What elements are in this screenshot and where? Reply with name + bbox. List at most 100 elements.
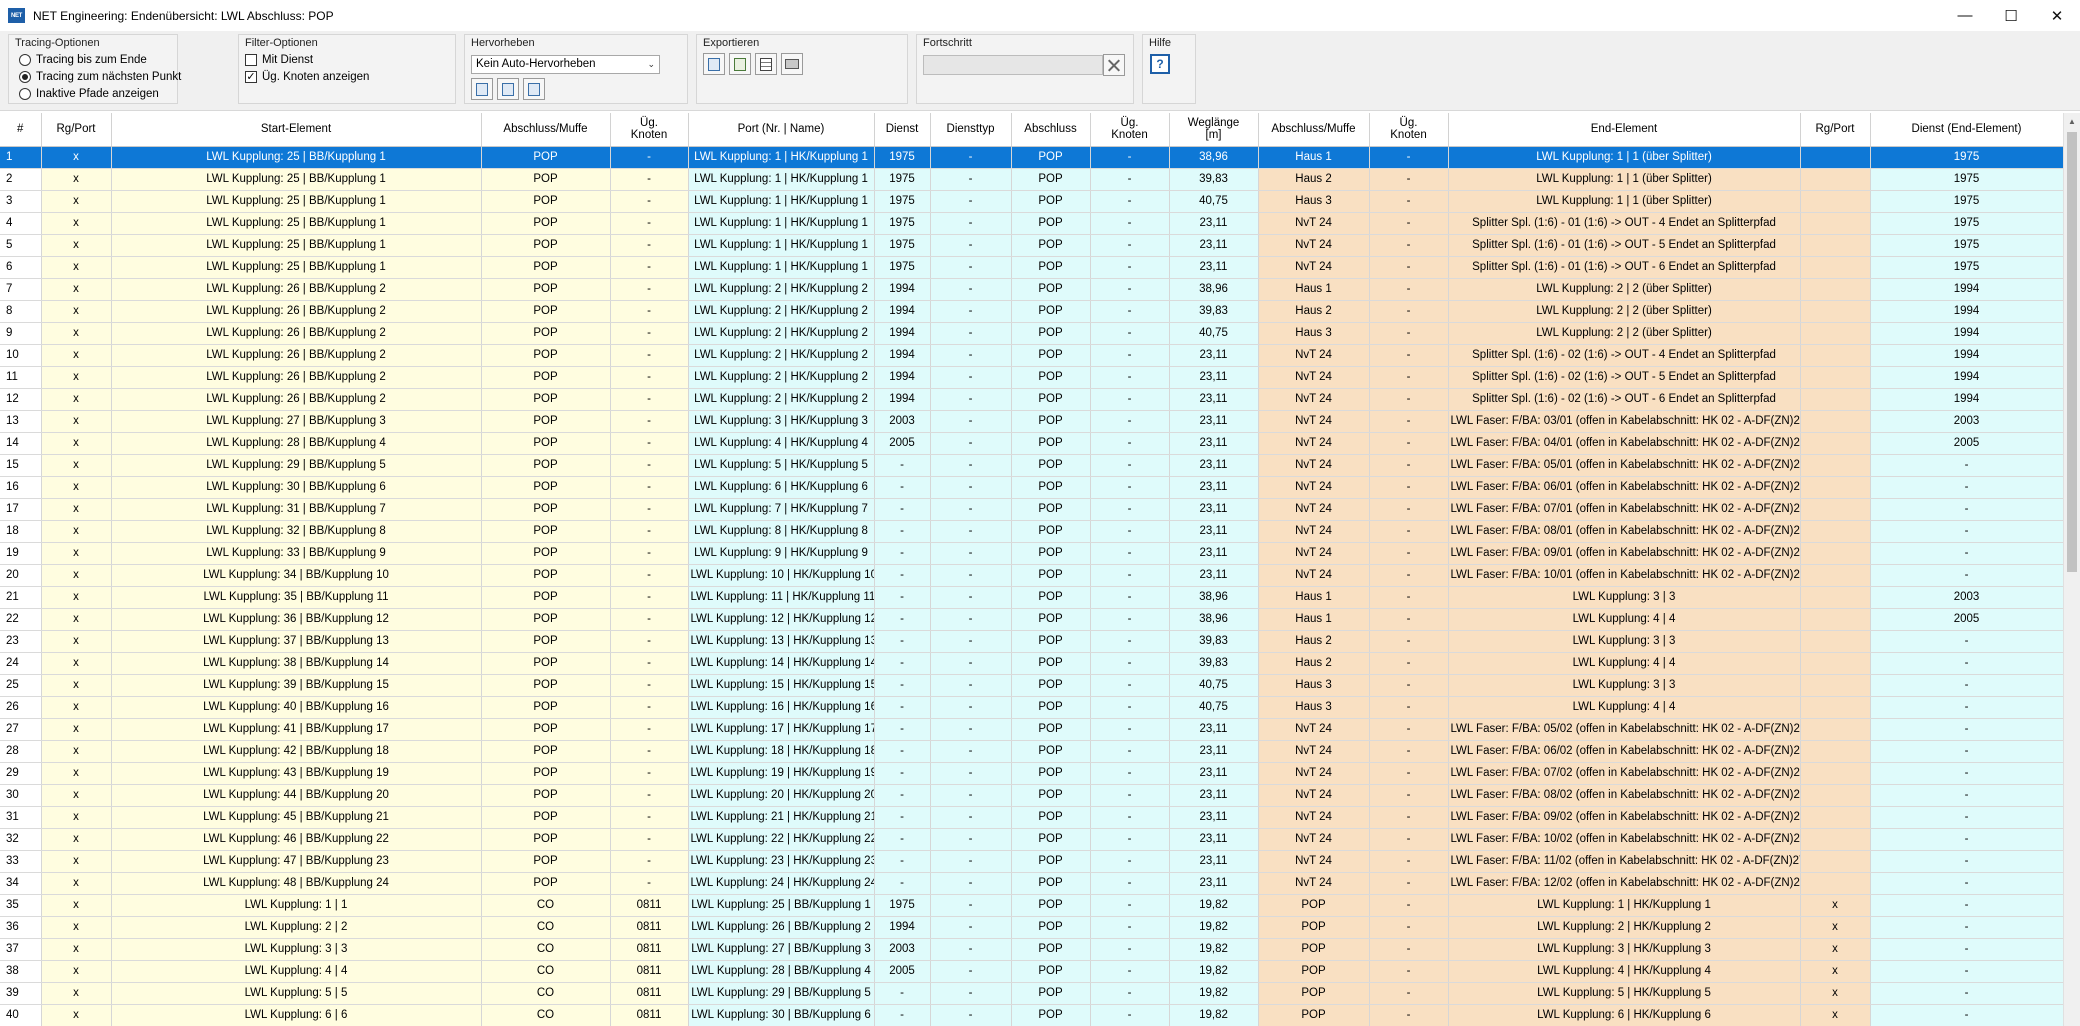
table-row[interactable]: 32 x LWL Kupplung: 46 | BB/Kupplung 22 POP -… <box>0 828 2064 851</box>
table-row[interactable]: 19 x LWL Kupplung: 33 | BB/Kupplung 9 POP - L… <box>0 542 2064 565</box>
header-col-ug-knoten[interactable]: Üg. Knoten <box>610 113 689 147</box>
table-row[interactable]: 37 x LWL Kupplung: 3 | 3 CO 0811 LWL Kupplung… <box>0 938 2064 961</box>
col-weglaenge-cell: 38,96 <box>1169 586 1259 609</box>
table-row[interactable]: 10 x LWL Kupplung: 26 | BB/Kupplung 2 POP - L… <box>0 344 2064 367</box>
radio-icon[interactable] <box>19 88 31 100</box>
checkbox-ug-knoten[interactable]: ✓ Üg. Knoten anzeigen <box>245 71 369 83</box>
highlight-select[interactable]: Kein Auto-Hervorheben ⌄ <box>471 55 660 74</box>
col-weglaenge-cell: 38,96 <box>1169 608 1259 631</box>
table-row[interactable]: 1 x LWL Kupplung: 25 | BB/Kupplung 1 POP - LW… <box>0 146 2064 169</box>
radio-tracing-next-point[interactable]: Tracing zum nächsten Punkt <box>19 71 181 83</box>
header-col-ug-knoten-2[interactable]: Üg. Knoten <box>1090 113 1170 147</box>
table-row[interactable]: 11 x LWL Kupplung: 26 | BB/Kupplung 2 POP - L… <box>0 366 2064 389</box>
header-col-abschluss-muffe-end[interactable]: Abschluss/Muffe <box>1258 113 1370 147</box>
header-col-weglaenge[interactable]: Weglänge [m] <box>1169 113 1259 147</box>
col-ug-knoten-cell: - <box>610 476 689 499</box>
minimize-button[interactable]: — <box>1942 0 1988 31</box>
checkbox-icon[interactable] <box>245 54 257 66</box>
header-col-ug-knoten-end[interactable]: Üg. Knoten <box>1369 113 1449 147</box>
table-row[interactable]: 13 x LWL Kupplung: 27 | BB/Kupplung 3 POP - L… <box>0 410 2064 433</box>
table-row[interactable]: 35 x LWL Kupplung: 1 | 1 CO 0811 LWL Kupplung… <box>0 894 2064 917</box>
table-row[interactable]: 26 x LWL Kupplung: 40 | BB/Kupplung 16 POP -… <box>0 696 2064 719</box>
col-abschluss-cell: POP <box>1011 388 1091 411</box>
table-row[interactable]: 31 x LWL Kupplung: 45 | BB/Kupplung 21 POP -… <box>0 806 2064 829</box>
export-copy-button[interactable] <box>703 53 725 75</box>
table-row[interactable]: 23 x LWL Kupplung: 37 | BB/Kupplung 13 POP -… <box>0 630 2064 653</box>
vertical-scrollbar[interactable]: ▲ <box>2063 113 2080 1026</box>
table-row[interactable]: 16 x LWL Kupplung: 30 | BB/Kupplung 6 POP - L… <box>0 476 2064 499</box>
table-row[interactable]: 34 x LWL Kupplung: 48 | BB/Kupplung 24 POP -… <box>0 872 2064 895</box>
table-row[interactable]: 21 x LWL Kupplung: 35 | BB/Kupplung 11 POP -… <box>0 586 2064 609</box>
cancel-progress-button[interactable] <box>1103 54 1125 76</box>
chevron-down-icon[interactable]: ⌄ <box>647 56 655 73</box>
col-weglaenge-cell: 23,11 <box>1169 498 1259 521</box>
table-row[interactable]: 17 x LWL Kupplung: 31 | BB/Kupplung 7 POP - L… <box>0 498 2064 521</box>
col-abschluss-muffe-cell: POP <box>481 344 611 367</box>
table-row[interactable]: 2 x LWL Kupplung: 25 | BB/Kupplung 1 POP - LW… <box>0 168 2064 191</box>
table-row[interactable]: 28 x LWL Kupplung: 42 | BB/Kupplung 18 POP -… <box>0 740 2064 763</box>
header-col-abschluss[interactable]: Abschluss <box>1011 113 1091 147</box>
table-row[interactable]: 4 x LWL Kupplung: 25 | BB/Kupplung 1 POP - LW… <box>0 212 2064 235</box>
table-row[interactable]: 29 x LWL Kupplung: 43 | BB/Kupplung 19 POP -… <box>0 762 2064 785</box>
header-col-dienst[interactable]: Dienst <box>874 113 931 147</box>
col-abschluss-cell: POP <box>1011 256 1091 279</box>
table-row[interactable]: 39 x LWL Kupplung: 5 | 5 CO 0811 LWL Kupplung… <box>0 982 2064 1005</box>
checkbox-checked-icon[interactable]: ✓ <box>245 71 257 83</box>
header-col-rg-port[interactable]: Rg/Port <box>41 113 112 147</box>
col-abschluss-muffe-end-cell: NvT 24 <box>1258 564 1370 587</box>
col-start-element-cell: LWL Kupplung: 35 | BB/Kupplung 11 <box>111 586 482 609</box>
table-row[interactable]: 8 x LWL Kupplung: 26 | BB/Kupplung 2 POP - LW… <box>0 300 2064 323</box>
col-dienst-cell: - <box>874 762 931 785</box>
col-abschluss-muffe-cell: POP <box>481 432 611 455</box>
radio-selected-icon[interactable] <box>19 71 31 83</box>
highlight-button-3[interactable] <box>523 78 545 100</box>
table-row[interactable]: 12 x LWL Kupplung: 26 | BB/Kupplung 2 POP - L… <box>0 388 2064 411</box>
header-col-start-element[interactable]: Start-Element <box>111 113 482 147</box>
header-col-rg-port-end[interactable]: Rg/Port <box>1800 113 1871 147</box>
highlight-button-1[interactable] <box>471 78 493 100</box>
table-row[interactable]: 25 x LWL Kupplung: 39 | BB/Kupplung 15 POP -… <box>0 674 2064 697</box>
print-button[interactable] <box>781 53 803 75</box>
table-row[interactable]: 18 x LWL Kupplung: 32 | BB/Kupplung 8 POP - L… <box>0 520 2064 543</box>
table-row[interactable]: 5 x LWL Kupplung: 25 | BB/Kupplung 1 POP - LW… <box>0 234 2064 257</box>
table-row[interactable]: 38 x LWL Kupplung: 4 | 4 CO 0811 LWL Kupplung… <box>0 960 2064 983</box>
table-row[interactable]: 15 x LWL Kupplung: 29 | BB/Kupplung 5 POP - L… <box>0 454 2064 477</box>
header-col-diensttyp[interactable]: Diensttyp <box>930 113 1012 147</box>
toolbar-ribbon: Tracing-Optionen Tracing bis zum Ende Tr… <box>0 31 2080 111</box>
scroll-up-icon[interactable]: ▲ <box>2064 113 2080 130</box>
table-row[interactable]: 30 x LWL Kupplung: 44 | BB/Kupplung 20 POP -… <box>0 784 2064 807</box>
table-row[interactable]: 3 x LWL Kupplung: 25 | BB/Kupplung 1 POP - LW… <box>0 190 2064 213</box>
radio-inactive-paths[interactable]: Inaktive Pfade anzeigen <box>19 88 159 100</box>
export-table-button[interactable] <box>755 53 777 75</box>
table-row[interactable]: 14 x LWL Kupplung: 28 | BB/Kupplung 4 POP - L… <box>0 432 2064 455</box>
radio-icon[interactable] <box>19 54 31 66</box>
close-button[interactable]: ✕ <box>2034 0 2080 31</box>
table-row[interactable]: 7 x LWL Kupplung: 26 | BB/Kupplung 2 POP - LW… <box>0 278 2064 301</box>
header-col-dienst-end[interactable]: Dienst (End-Element) <box>1870 113 2064 147</box>
table-row[interactable]: 9 x LWL Kupplung: 26 | BB/Kupplung 2 POP - LW… <box>0 322 2064 345</box>
highlight-button-2[interactable] <box>497 78 519 100</box>
table-row[interactable]: 22 x LWL Kupplung: 36 | BB/Kupplung 12 POP -… <box>0 608 2064 631</box>
export-excel-button[interactable] <box>729 53 751 75</box>
help-button[interactable]: ? <box>1149 53 1171 75</box>
header-col-end-element[interactable]: End-Element <box>1448 113 1801 147</box>
radio-label: Tracing bis zum Ende <box>36 54 147 66</box>
col-ug-knoten-2-cell: - <box>1090 542 1170 565</box>
table-row[interactable]: 40 x LWL Kupplung: 6 | 6 CO 0811 LWL Kupplung… <box>0 1004 2064 1026</box>
header-col-abschluss-muffe[interactable]: Abschluss/Muffe <box>481 113 611 147</box>
checkbox-mit-dienst[interactable]: Mit Dienst <box>245 54 313 66</box>
table-row[interactable]: 36 x LWL Kupplung: 2 | 2 CO 0811 LWL Kupplung… <box>0 916 2064 939</box>
radio-label: Inaktive Pfade anzeigen <box>36 88 159 100</box>
scrollbar-thumb[interactable] <box>2067 132 2077 572</box>
table-row[interactable]: 33 x LWL Kupplung: 47 | BB/Kupplung 23 POP -… <box>0 850 2064 873</box>
header-col-port[interactable]: Port (Nr. | Name) <box>688 113 875 147</box>
table-row[interactable]: 20 x LWL Kupplung: 34 | BB/Kupplung 10 POP -… <box>0 564 2064 587</box>
header-col-index[interactable]: # <box>0 113 42 147</box>
table-row[interactable]: 27 x LWL Kupplung: 41 | BB/Kupplung 17 POP -… <box>0 718 2064 741</box>
col-dienst-end-cell: - <box>1870 828 2064 851</box>
maximize-button[interactable]: ☐ <box>1988 0 2034 31</box>
table-row[interactable]: 24 x LWL Kupplung: 38 | BB/Kupplung 14 POP -… <box>0 652 2064 675</box>
col-dienst-cell: 2003 <box>874 410 931 433</box>
radio-tracing-end[interactable]: Tracing bis zum Ende <box>19 54 147 66</box>
table-row[interactable]: 6 x LWL Kupplung: 25 | BB/Kupplung 1 POP - LW… <box>0 256 2064 279</box>
